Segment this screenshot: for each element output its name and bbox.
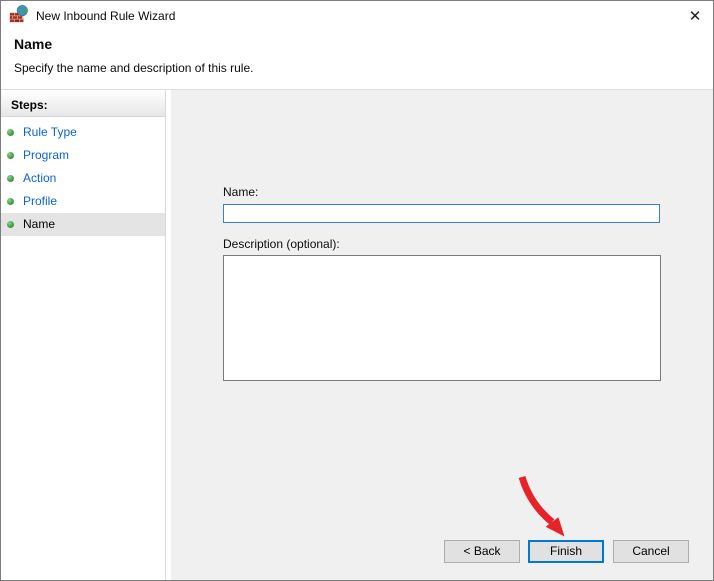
sidebar-item-profile[interactable]: Profile bbox=[1, 190, 165, 213]
name-input[interactable] bbox=[223, 204, 660, 223]
step-label: Profile bbox=[23, 194, 58, 208]
firewall-icon bbox=[9, 5, 28, 23]
step-label: Action bbox=[23, 171, 57, 185]
step-label: Program bbox=[23, 148, 70, 162]
description-field-label: Description (optional): bbox=[223, 237, 340, 251]
finish-button[interactable]: Finish bbox=[528, 540, 604, 563]
cancel-button[interactable]: Cancel bbox=[613, 540, 689, 563]
step-bullet-icon bbox=[7, 175, 14, 182]
page-title: Name bbox=[14, 36, 53, 52]
close-icon: ✕ bbox=[688, 8, 702, 25]
sidebar-item-action[interactable]: Action bbox=[1, 167, 165, 190]
name-field-label: Name: bbox=[223, 185, 259, 199]
back-button[interactable]: < Back bbox=[444, 540, 520, 563]
steps-heading: Steps: bbox=[1, 92, 165, 117]
sidebar-item-rule-type[interactable]: Rule Type bbox=[1, 121, 165, 144]
step-label: Rule Type bbox=[23, 125, 77, 139]
step-bullet-icon bbox=[7, 198, 14, 205]
step-bullet-icon bbox=[7, 152, 14, 159]
page-subtitle: Specify the name and description of this… bbox=[14, 61, 254, 75]
sidebar-item-name[interactable]: Name bbox=[1, 213, 165, 236]
step-label: Name bbox=[23, 217, 56, 231]
description-textarea[interactable] bbox=[223, 255, 661, 381]
close-button[interactable]: ✕ bbox=[681, 3, 709, 29]
titlebar[interactable]: New Inbound Rule Wizard ✕ bbox=[1, 1, 713, 31]
steps-list: Rule Type Program Action Profile Name bbox=[1, 121, 165, 236]
step-bullet-icon bbox=[7, 129, 14, 136]
sidebar-item-program[interactable]: Program bbox=[1, 144, 165, 167]
wizard-window: New Inbound Rule Wizard ✕ Name Specify t… bbox=[0, 0, 714, 581]
steps-sidebar: Steps: Rule Type Program Action Profile … bbox=[1, 90, 166, 580]
step-bullet-icon bbox=[7, 221, 14, 228]
window-title: New Inbound Rule Wizard bbox=[36, 9, 176, 23]
